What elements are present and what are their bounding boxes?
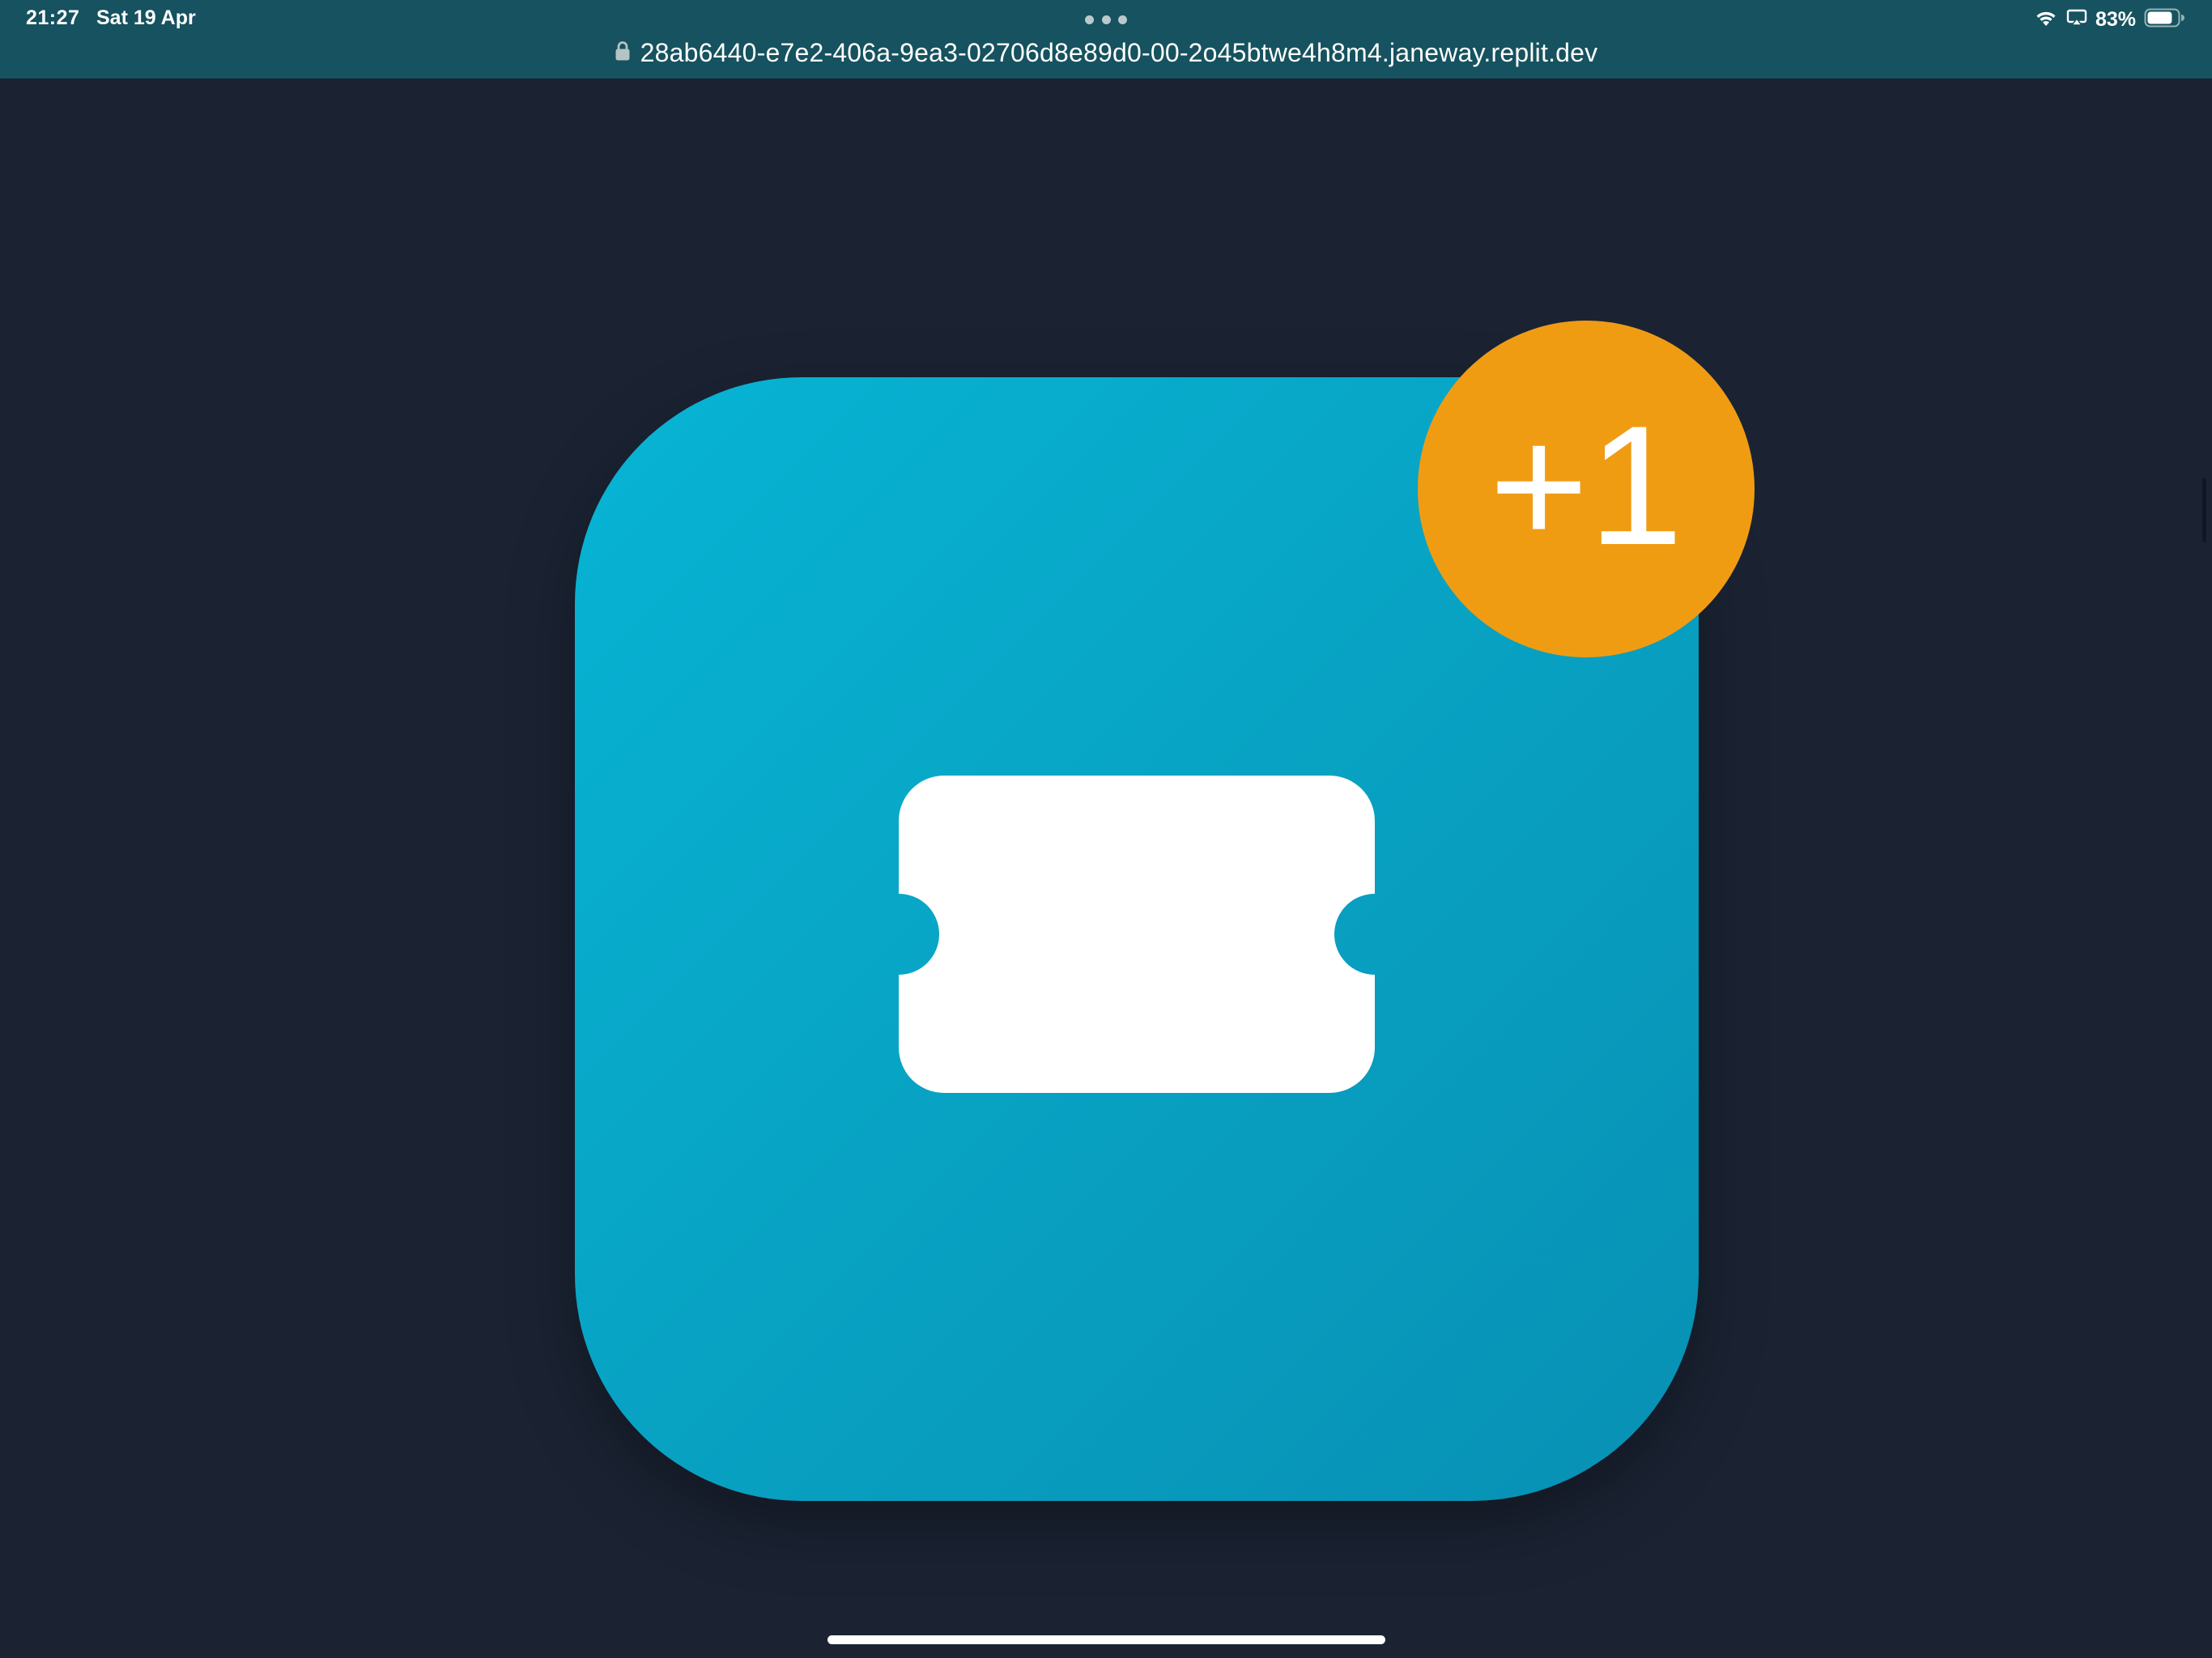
battery-icon (2144, 7, 2184, 32)
address-bar[interactable]: 28ab6440-e7e2-406a-9ea3-02706d8e89d0-00-… (0, 34, 2212, 71)
multitasking-menu-icon[interactable] (1085, 15, 1127, 24)
screen-mirroring-icon (2066, 8, 2087, 32)
status-time: 21:27 (26, 6, 80, 29)
badge-label: +1 (1489, 390, 1683, 580)
battery-percent: 83% (2095, 7, 2136, 31)
lock-icon (615, 40, 631, 66)
wifi-icon (2034, 8, 2058, 32)
scroll-indicator[interactable] (2202, 478, 2206, 542)
status-indicators: 83% (2034, 6, 2184, 32)
status-date: Sat 19 Apr (96, 6, 196, 29)
url-text[interactable]: 28ab6440-e7e2-406a-9ea3-02706d8e89d0-00-… (640, 38, 1598, 68)
notification-badge: +1 (1418, 321, 1755, 657)
browser-status-bar: 21:27 Sat 19 Apr 83% 28ab6440-e7e2-406a-… (0, 0, 2212, 79)
home-indicator[interactable] (827, 1635, 1385, 1644)
ticket-icon (899, 776, 1375, 1093)
